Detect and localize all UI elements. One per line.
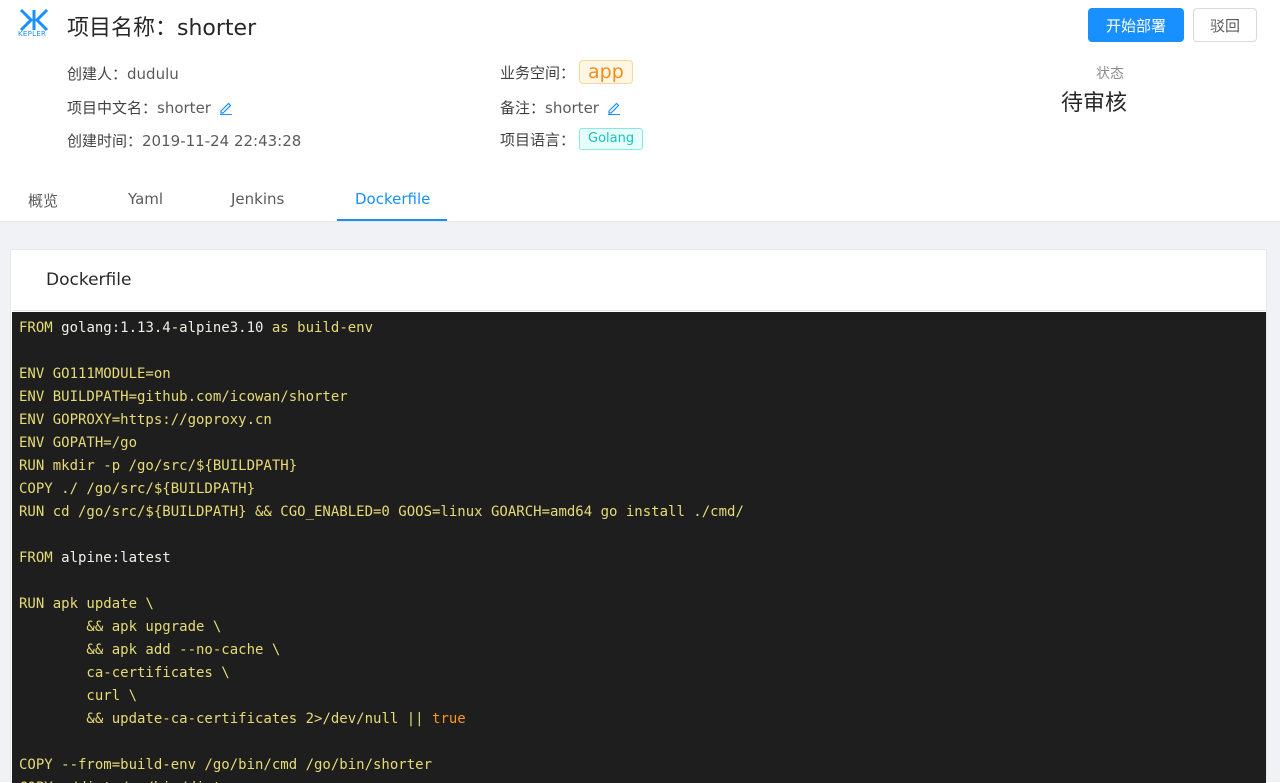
tab-yaml[interactable]: Yaml [128, 190, 163, 208]
code-line: ENV GOPATH=/go [19, 435, 138, 451]
active-tab-indicator [337, 219, 447, 221]
card-header: Dockerfile [11, 250, 1266, 311]
namespace-tag: app [579, 60, 633, 84]
dockerfile-card: Dockerfile FROM golang:1.13.4-alpine3.10… [10, 249, 1267, 783]
cn-name-value: shorter [157, 98, 211, 117]
language-field: 项目语言： Golang [500, 128, 644, 150]
code-line: ENV BUILDPATH=github.com/icowan/shorter [19, 389, 348, 405]
tab-overview[interactable]: 概览 [28, 190, 58, 211]
card-title: Dockerfile [46, 270, 132, 290]
creator-label: 创建人： [67, 65, 128, 83]
creator-field: 创建人： dudulu [67, 63, 179, 84]
deploy-button[interactable]: 开始部署 [1088, 8, 1184, 42]
remark-value: shorter [545, 98, 599, 117]
code-line: && apk upgrade \ [19, 619, 222, 635]
code-line: RUN mkdir -p /go/src/${BUILDPATH} [19, 458, 298, 474]
code-line: ENV GO111MODULE=on [19, 366, 171, 382]
namespace-label: 业务空间： [500, 63, 576, 82]
created-value: 2019-11-24 22:43:28 [142, 131, 302, 150]
language-tag: Golang [579, 128, 644, 150]
code-line: curl \ [19, 688, 138, 704]
language-label: 项目语言： [500, 130, 576, 149]
code-editor[interactable]: FROM golang:1.13.4-alpine3.10 as build-e… [12, 312, 1266, 783]
code-line: FROM golang:1.13.4-alpine3.10 as build-e… [19, 320, 374, 336]
status-label: 状态 [1096, 66, 1124, 82]
cn-name-label: 项目中文名： [67, 99, 158, 117]
namespace-field: 业务空间： app [500, 60, 633, 84]
tab-jenkins[interactable]: Jenkins [231, 190, 284, 208]
code-line: RUN cd /go/src/${BUILDPATH} && CGO_ENABL… [19, 504, 744, 520]
code-line: COPY --from=build-env /go/bin/cmd /go/bi… [19, 757, 433, 773]
code-line: && apk add --no-cache \ [19, 642, 281, 658]
created-field: 创建时间： 2019-11-24 22:43:28 [67, 130, 301, 151]
code-line: ca-certificates \ [19, 665, 230, 681]
code-line: RUN apk update \ [19, 596, 154, 612]
reject-button[interactable]: 驳回 [1193, 8, 1257, 42]
remark-field: 备注： shorter [500, 97, 621, 118]
tab-bar: 概览 Yaml Jenkins Dockerfile [0, 180, 1280, 222]
code-line: COPY ./dist /go/bin/dist [12, 777, 1266, 783]
code-line: FROM alpine:latest [19, 550, 171, 566]
logo-text: KEPLER [18, 30, 47, 38]
creator-value: dudulu [127, 64, 179, 83]
cn-name-field: 项目中文名： shorter [67, 97, 233, 118]
tab-dockerfile[interactable]: Dockerfile [355, 190, 430, 208]
code-line: ENV GOPROXY=https://goproxy.cn [19, 412, 272, 428]
page-header: KEPLER 项目名称：shorter 开始部署 驳回 创建人： dudulu … [0, 0, 1280, 222]
code-line: COPY ./ /go/src/${BUILDPATH} [19, 481, 256, 497]
created-label: 创建时间： [67, 132, 143, 150]
code-line: && update-ca-certificates 2>/dev/null ||… [19, 711, 466, 727]
edit-icon[interactable] [219, 101, 233, 115]
page-title: 项目名称：shorter [67, 16, 257, 41]
remark-label: 备注： [500, 99, 546, 117]
status-value: 待审核 [1061, 91, 1128, 116]
edit-icon[interactable] [607, 101, 621, 115]
